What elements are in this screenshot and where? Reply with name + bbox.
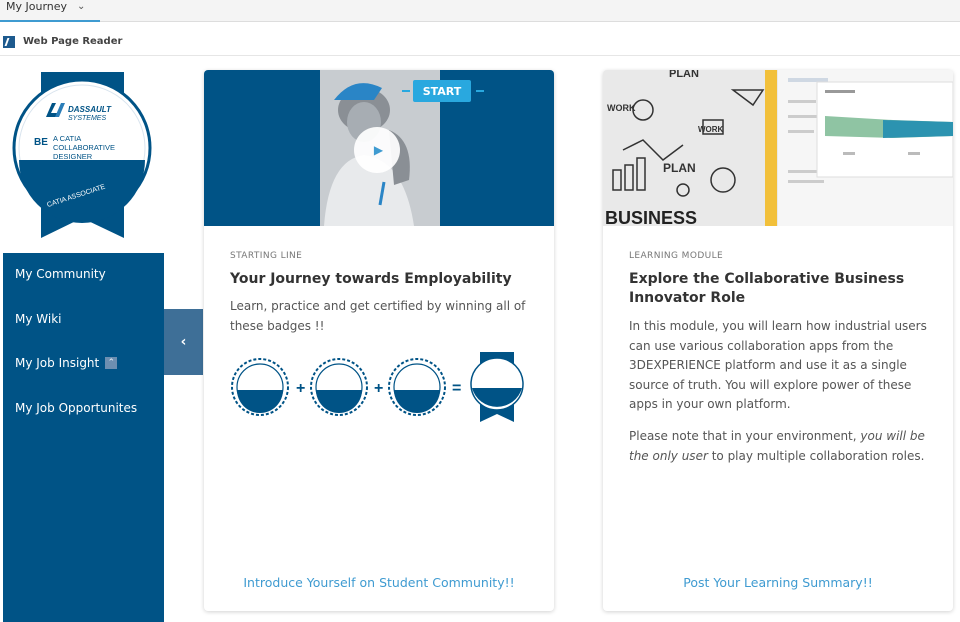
tab-my-journey[interactable]: My Journey ⌄ bbox=[0, 0, 100, 22]
plus-sign: + bbox=[296, 380, 305, 397]
card-kicker: LEARNING MODULE bbox=[629, 251, 724, 261]
reader-label: Web Page Reader bbox=[23, 36, 123, 47]
post-learning-summary-link[interactable]: Post Your Learning Summary!! bbox=[603, 575, 953, 590]
reader-logo-icon bbox=[3, 35, 15, 48]
certification-badge: DASSAULT SYSTEMES BE A CATIA COLLABORATI… bbox=[0, 66, 164, 246]
tab-label: My Journey bbox=[6, 0, 68, 13]
svg-text:PLAN: PLAN bbox=[663, 161, 696, 175]
business-sketch-illustration: PLAN WORK WORK PLAN BUSINESS bbox=[603, 70, 953, 226]
sidebar: My Community My Wiki My Job Insight ⌃ My… bbox=[3, 253, 164, 622]
badge-graphic: DASSAULT SYSTEMES BE A CATIA COLLABORATI… bbox=[12, 72, 152, 238]
badge-icon bbox=[388, 358, 446, 416]
card-title: Explore the Collaborative Business Innov… bbox=[629, 271, 905, 306]
svg-text:BUSINESS: BUSINESS bbox=[605, 208, 697, 226]
badge-icon bbox=[231, 358, 289, 416]
svg-text:WORK: WORK bbox=[607, 103, 636, 113]
svg-text:COLLABORATIVE: COLLABORATIVE bbox=[53, 143, 115, 152]
collapse-sidebar-button[interactable]: ‹ bbox=[164, 309, 203, 375]
svg-text:A CATIA: A CATIA bbox=[53, 134, 81, 143]
card-starting-line: START ▶ STARTING LINE Your Journey towar… bbox=[204, 70, 554, 611]
paragraph-text: to play multiple collaboration roles. bbox=[707, 448, 925, 463]
final-badge-icon bbox=[470, 352, 524, 422]
sidebar-item-label: My Community bbox=[15, 267, 106, 281]
badges-row: + + = bbox=[231, 352, 524, 422]
svg-text:DESIGNER: DESIGNER bbox=[53, 152, 93, 161]
chevron-left-icon: ‹ bbox=[180, 334, 187, 350]
equals-sign: = bbox=[452, 380, 461, 397]
svg-text:DASSAULT: DASSAULT bbox=[68, 105, 112, 114]
card-hero-image: PLAN WORK WORK PLAN BUSINESS bbox=[603, 70, 953, 226]
card-title: Your Journey towards Employability bbox=[230, 271, 512, 287]
svg-text:WORK: WORK bbox=[698, 125, 724, 134]
svg-text:BE: BE bbox=[34, 137, 48, 148]
chevron-down-icon[interactable]: ⌄ bbox=[77, 0, 85, 13]
badge-icon bbox=[310, 358, 368, 416]
plus-sign: + bbox=[374, 380, 383, 397]
paragraph-text: Please note that in your environment, bbox=[629, 429, 861, 443]
sidebar-item-label: My Job Insight bbox=[15, 356, 100, 370]
introduce-yourself-link[interactable]: Introduce Yourself on Student Community!… bbox=[204, 575, 554, 590]
tab-bar: My Journey ⌄ bbox=[0, 0, 960, 22]
card-kicker: STARTING LINE bbox=[230, 251, 303, 261]
sidebar-item-my-job-insight[interactable]: My Job Insight ⌃ bbox=[15, 356, 118, 370]
sidebar-item-my-wiki[interactable]: My Wiki bbox=[15, 312, 62, 326]
sidebar-item-my-job-opportunities[interactable]: My Job Opportunites bbox=[15, 401, 137, 415]
svg-text:PLAN: PLAN bbox=[669, 70, 699, 80]
start-label: START bbox=[413, 80, 471, 102]
sidebar-item-my-community[interactable]: My Community bbox=[15, 267, 106, 281]
card-hero-image: START ▶ bbox=[204, 70, 554, 226]
sidebar-item-label: My Job Opportunites bbox=[15, 401, 138, 415]
svg-text:SYSTEMES: SYSTEMES bbox=[68, 115, 106, 122]
chevron-up-double-icon[interactable]: ⌃ bbox=[105, 357, 118, 369]
play-icon: ▶ bbox=[373, 143, 384, 157]
sidebar-item-label: My Wiki bbox=[15, 312, 62, 326]
card-body-paragraph-1: In this module, you will learn how indus… bbox=[629, 319, 927, 411]
web-page-reader-bar[interactable]: Web Page Reader bbox=[0, 28, 960, 56]
card-body-paragraph-2: Please note that in your environment, yo… bbox=[629, 427, 929, 466]
card-body: Learn, practice and get certified by win… bbox=[230, 299, 526, 333]
card-learning-module: PLAN WORK WORK PLAN BUSINESS LEARNING MO… bbox=[603, 70, 953, 611]
play-video-button[interactable]: ▶ bbox=[354, 127, 400, 173]
